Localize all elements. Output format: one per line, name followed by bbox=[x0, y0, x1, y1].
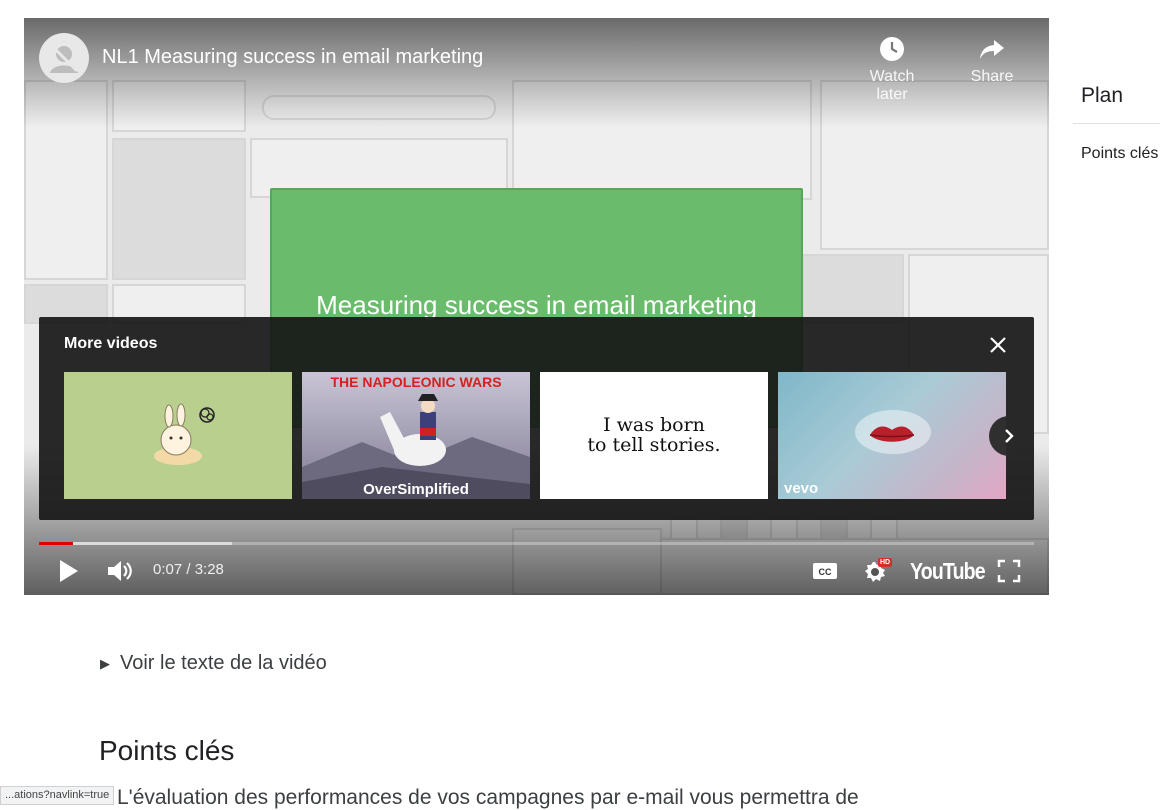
progress-played bbox=[39, 542, 73, 545]
progress-bar[interactable] bbox=[39, 542, 1034, 545]
user-placeholder-icon bbox=[49, 43, 79, 73]
close-more-videos-button[interactable] bbox=[986, 333, 1010, 357]
video-thumbnail[interactable] bbox=[64, 372, 292, 499]
thumbnail-text-line-2: to tell stories. bbox=[587, 434, 721, 456]
toc-title: Plan bbox=[1081, 84, 1124, 107]
more-videos-label: More videos bbox=[64, 335, 158, 352]
wireframe-block bbox=[112, 138, 246, 280]
video-thumbnail[interactable]: vevo bbox=[778, 372, 1006, 499]
fullscreen-icon bbox=[997, 559, 1021, 583]
video-player[interactable]: Measuring success in email marketing NL1… bbox=[24, 18, 1049, 595]
status-bar-url: ...ations?navlink=true bbox=[0, 786, 115, 805]
chevron-right-icon bbox=[1005, 429, 1014, 443]
play-button[interactable] bbox=[54, 556, 84, 586]
next-videos-button[interactable] bbox=[989, 416, 1029, 456]
captions-icon: CC bbox=[813, 563, 837, 579]
svg-text:CC: CC bbox=[819, 567, 832, 577]
video-thumbnail[interactable]: I was born to tell stories. bbox=[540, 372, 768, 499]
thumbnail-caption-bottom: OverSimplified bbox=[363, 481, 469, 498]
toc-item-points-cles[interactable]: Points clés bbox=[1081, 145, 1158, 163]
napoleon-illustration bbox=[302, 394, 530, 499]
video-thumbnail[interactable]: THE NAPOLEONIC WARS OverSimplified bbox=[302, 372, 530, 499]
clock-icon bbox=[880, 37, 904, 61]
more-videos-panel: More videos THE NAPOLEONIC WARS OverSimp… bbox=[39, 317, 1034, 520]
hd-badge: HD bbox=[878, 558, 893, 567]
triangle-right-icon: ▶ bbox=[100, 655, 110, 671]
share-button[interactable]: Share bbox=[952, 34, 1032, 86]
play-icon bbox=[60, 560, 78, 582]
captions-button[interactable]: CC bbox=[810, 558, 840, 584]
watch-later-button[interactable]: Watch later bbox=[852, 34, 932, 104]
toc-divider bbox=[1073, 123, 1160, 124]
section-heading: Points clés bbox=[99, 735, 235, 766]
video-title[interactable]: NL1 Measuring success in email marketing bbox=[102, 46, 483, 69]
share-arrow-icon bbox=[980, 40, 1004, 59]
rabbit-illustration bbox=[154, 403, 215, 465]
volume-icon bbox=[108, 561, 132, 581]
fullscreen-button[interactable] bbox=[994, 557, 1024, 585]
youtube-logo[interactable]: YouTube bbox=[910, 558, 986, 585]
transcript-toggle[interactable]: ▶ Voir le texte de la vidéo bbox=[100, 652, 327, 675]
thumbnail-caption-top: THE NAPOLEONIC WARS bbox=[330, 374, 502, 390]
channel-avatar[interactable] bbox=[39, 33, 89, 83]
watch-later-label: Watch later bbox=[869, 68, 915, 103]
wireframe-block bbox=[802, 254, 904, 324]
thumbnail-text-line-1: I was born bbox=[603, 414, 705, 436]
transcript-toggle-label: Voir le texte de la vidéo bbox=[120, 652, 327, 674]
vevo-badge: vevo bbox=[784, 480, 819, 497]
share-label: Share bbox=[970, 68, 1014, 85]
volume-button[interactable] bbox=[104, 556, 136, 586]
time-display: 0:07 / 3:28 bbox=[153, 561, 224, 578]
body-paragraph: L'évaluation des performances de vos cam… bbox=[117, 786, 859, 809]
close-icon bbox=[990, 337, 1006, 353]
